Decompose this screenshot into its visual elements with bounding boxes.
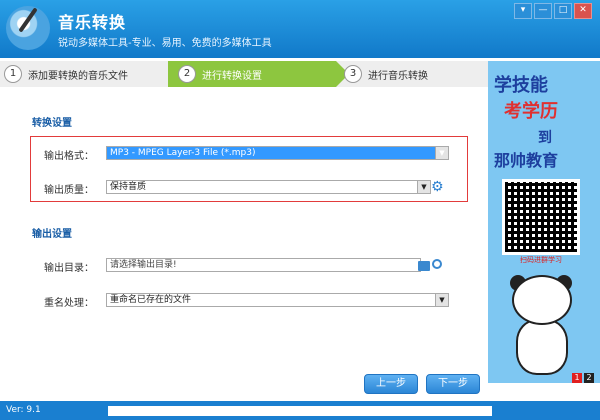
rename-label: 重名处理： [44, 298, 94, 309]
output-format-select[interactable]: MP3 - MPEG Layer-3 File (*.mp3) ▼ [106, 146, 449, 160]
rename-value: 重命名已存在的文件 [110, 295, 192, 305]
output-quality-select[interactable]: 保持音质 ▼ [106, 180, 431, 194]
step-label: 进行转换设置 [202, 70, 262, 82]
panda-body [516, 319, 568, 375]
step-label: 添加要转换的音乐文件 [28, 70, 128, 82]
app-title: 音乐转换 [58, 13, 127, 32]
step-add-files[interactable]: 1 添加要转换的音乐文件 [4, 61, 154, 87]
close-icon[interactable]: ✕ [574, 3, 592, 19]
next-button[interactable]: 下一步 [426, 374, 480, 394]
output-dir-label: 输出目录： [44, 263, 94, 274]
ad-banner[interactable]: 学技能 考学历 到 那帅教育 扫码进群学习 1 2 [488, 61, 600, 383]
output-settings-title: 输出设置 [32, 229, 72, 240]
version-label: Ver: 9.1 [6, 405, 41, 415]
folder-icon[interactable] [418, 261, 430, 271]
step-convert-music[interactable]: 3 进行音乐转换 [344, 61, 484, 87]
step-number: 1 [4, 65, 22, 83]
panda-mascot [502, 275, 584, 375]
app-logo-icon [6, 6, 50, 50]
ad-page-1[interactable]: 1 [572, 373, 582, 383]
output-format-value: MP3 - MPEG Layer-3 File (*.mp3) [110, 148, 256, 158]
convert-settings-title: 转换设置 [32, 118, 72, 129]
output-quality-label: 输出质量： [44, 185, 94, 196]
search-icon[interactable] [432, 259, 442, 269]
qr-code [502, 179, 580, 255]
ad-line-2: 考学历 [504, 101, 558, 122]
step-number: 2 [178, 65, 196, 83]
chevron-down-icon[interactable]: ▼ [417, 181, 430, 193]
ad-page-2[interactable]: 2 [584, 373, 594, 383]
title-bar: 音乐转换 锐动多媒体工具-专业、易用、免费的多媒体工具 ▾ — □ ✕ [0, 0, 600, 58]
panda-head [512, 275, 572, 325]
step-number: 3 [344, 65, 362, 83]
prev-button[interactable]: 上一步 [364, 374, 418, 394]
output-dir-placeholder: 请选择输出目录! [110, 260, 177, 270]
window-controls: ▾ — □ ✕ [514, 3, 592, 19]
maximize-icon[interactable]: □ [554, 3, 572, 19]
rename-select[interactable]: 重命名已存在的文件 ▼ [106, 293, 449, 307]
chevron-down-icon[interactable]: ▼ [435, 294, 448, 306]
menu-icon[interactable]: ▾ [514, 3, 532, 19]
ad-line-1: 学技能 [494, 75, 548, 96]
output-quality-value: 保持音质 [110, 182, 147, 192]
step-label: 进行音乐转换 [368, 70, 428, 82]
minimize-icon[interactable]: — [534, 3, 552, 19]
gear-icon[interactable]: ⚙ [431, 180, 445, 194]
ad-line-3: 到 [538, 130, 552, 146]
app-subtitle: 锐动多媒体工具-专业、易用、免费的多媒体工具 [58, 38, 272, 49]
status-bar: Ver: 9.1 [0, 401, 600, 420]
ad-line-4: 那帅教育 [494, 151, 559, 170]
step-convert-settings[interactable]: 2 进行转换设置 [168, 61, 349, 87]
output-dir-input[interactable]: 请选择输出目录! [106, 258, 421, 272]
progress-bar [108, 406, 492, 416]
wizard-steps: 1 添加要转换的音乐文件 2 进行转换设置 3 进行音乐转换 [0, 61, 488, 87]
ad-pager: 1 2 [572, 373, 594, 383]
dir-actions [418, 259, 444, 273]
qr-caption: 扫码进群学习 [520, 256, 562, 264]
chevron-down-icon[interactable]: ▼ [435, 147, 448, 159]
output-format-label: 输出格式： [44, 151, 94, 162]
